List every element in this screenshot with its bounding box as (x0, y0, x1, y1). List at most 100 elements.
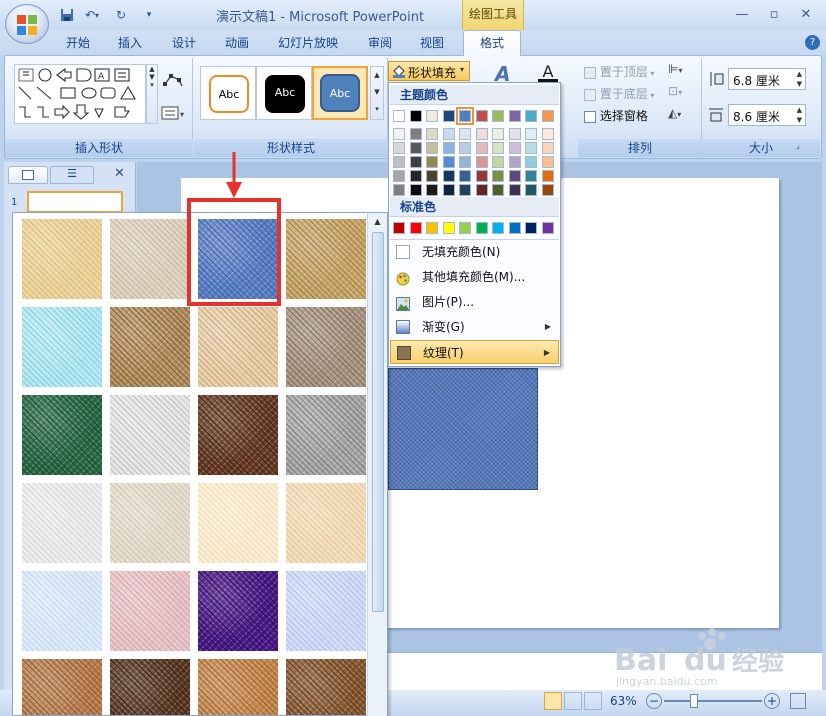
canvas-texture[interactable] (110, 219, 190, 299)
tab-review[interactable]: 审阅 (360, 33, 400, 55)
theme-shade-swatch[interactable] (426, 142, 438, 154)
tab-insert[interactable]: 插入 (110, 33, 150, 55)
zoom-slider[interactable] (664, 700, 762, 702)
theme-shade-swatch[interactable] (442, 184, 455, 196)
theme-shade-swatch[interactable] (459, 142, 471, 154)
standard-color-swatch[interactable] (459, 222, 471, 234)
slide-show-view-icon[interactable] (584, 692, 602, 710)
theme-shade-swatch[interactable] (525, 128, 537, 140)
slide-thumbnail[interactable] (27, 191, 123, 213)
theme-shade-swatch[interactable] (541, 128, 554, 140)
theme-shade-swatch[interactable] (426, 170, 438, 182)
pink-tissue-texture[interactable] (110, 571, 190, 651)
theme-shade-swatch[interactable] (409, 170, 422, 182)
theme-shade-swatch[interactable] (393, 170, 405, 182)
standard-color-swatch[interactable] (426, 222, 438, 234)
standard-color-swatch[interactable] (409, 222, 422, 234)
theme-shade-swatch[interactable] (525, 142, 537, 154)
theme-shade-swatch[interactable] (541, 142, 554, 154)
scroll-up-icon[interactable]: ▲ (368, 217, 387, 226)
theme-shade-swatch[interactable] (442, 170, 455, 182)
standard-color-swatch[interactable] (442, 222, 455, 234)
theme-shade-swatch[interactable] (541, 170, 554, 182)
theme-color-swatch[interactable] (409, 110, 422, 122)
standard-color-swatch[interactable] (475, 222, 488, 234)
minimize-icon[interactable]: — (730, 4, 754, 24)
water-droplets-texture[interactable] (22, 307, 102, 387)
theme-shade-swatch[interactable] (393, 184, 405, 196)
white-marble-texture[interactable] (110, 395, 190, 475)
no-fill-item[interactable]: 无填充颜色(N) (390, 240, 559, 264)
theme-shade-swatch[interactable] (426, 128, 438, 140)
gradient-fill-item[interactable]: 渐变(G) ▶ (390, 315, 559, 339)
tab-home[interactable]: 开始 (56, 33, 100, 55)
paper-bag-texture[interactable] (110, 307, 190, 387)
fit-to-window-icon[interactable] (790, 693, 806, 709)
tab-format[interactable]: 格式 (463, 30, 521, 56)
texture-gallery-scrollbar[interactable]: ▲ (367, 213, 387, 716)
theme-shade-swatch[interactable] (541, 156, 554, 168)
theme-shade-swatch[interactable] (393, 156, 405, 168)
theme-shade-swatch[interactable] (393, 128, 405, 140)
purple-mesh-texture[interactable] (198, 571, 278, 651)
theme-color-swatch[interactable] (426, 110, 438, 122)
theme-shade-swatch[interactable] (442, 142, 455, 154)
theme-color-swatch[interactable] (525, 110, 537, 122)
align-icon[interactable]: ⊫▾ (668, 62, 690, 80)
theme-shade-swatch[interactable] (475, 184, 488, 196)
theme-shade-swatch[interactable] (459, 170, 471, 182)
theme-shade-swatch[interactable] (508, 156, 521, 168)
theme-shade-swatch[interactable] (426, 156, 438, 168)
zoom-level[interactable]: 63% (610, 694, 644, 710)
theme-shade-swatch[interactable] (409, 128, 422, 140)
parchment-texture[interactable] (198, 483, 278, 563)
green-marble-texture[interactable] (22, 395, 102, 475)
fish-fossil-texture[interactable] (198, 307, 278, 387)
theme-color-swatch[interactable] (475, 110, 488, 122)
medium-wood-texture[interactable] (286, 659, 366, 715)
theme-shade-swatch[interactable] (508, 128, 521, 140)
theme-color-swatch[interactable] (508, 110, 521, 122)
theme-shade-swatch[interactable] (475, 170, 488, 182)
theme-color-swatch[interactable] (393, 110, 405, 122)
theme-shade-swatch[interactable] (475, 128, 488, 140)
office-button[interactable] (5, 4, 49, 44)
recycled-paper-texture[interactable] (110, 483, 190, 563)
theme-shade-swatch[interactable] (475, 142, 488, 154)
woven-mat-texture[interactable] (286, 219, 366, 299)
textured-rectangle-shape[interactable] (388, 368, 538, 490)
shape-height-input[interactable]: 6.8 厘米 ▲ ▼ (728, 68, 806, 90)
zoom-out-icon[interactable]: − (646, 693, 662, 709)
theme-shade-swatch[interactable] (426, 184, 438, 196)
blue-tissue-texture[interactable] (22, 571, 102, 651)
theme-shade-swatch[interactable] (409, 184, 422, 196)
slides-tab[interactable] (8, 166, 48, 184)
walnut-texture[interactable] (110, 659, 190, 715)
theme-color-swatch[interactable] (456, 107, 474, 125)
theme-shade-swatch[interactable] (508, 170, 521, 182)
theme-shade-swatch[interactable] (492, 128, 504, 140)
style-black-fill[interactable]: Abc (256, 66, 312, 120)
tab-animations[interactable]: 动画 (217, 33, 257, 55)
theme-shade-swatch[interactable] (525, 156, 537, 168)
close-panel-icon[interactable]: ✕ (114, 166, 130, 182)
rotate-icon[interactable]: ◭▾ (668, 106, 690, 124)
styles-gallery-scroll[interactable]: ▲ ▼ ▾ (370, 66, 384, 120)
theme-shade-swatch[interactable] (492, 170, 504, 182)
theme-shade-swatch[interactable] (459, 128, 471, 140)
zoom-in-icon[interactable]: + (764, 693, 780, 709)
standard-color-swatch[interactable] (541, 222, 554, 234)
shapes-gallery[interactable]: A (14, 64, 146, 124)
theme-shade-swatch[interactable] (393, 142, 405, 154)
theme-shade-swatch[interactable] (508, 184, 521, 196)
theme-shade-swatch[interactable] (508, 142, 521, 154)
theme-shade-swatch[interactable] (525, 184, 537, 196)
edit-shape-icon[interactable] (162, 72, 186, 90)
restore-icon[interactable]: ▫ (762, 4, 786, 24)
cork-texture[interactable] (22, 659, 102, 715)
standard-color-swatch[interactable] (492, 222, 504, 234)
theme-shade-swatch[interactable] (492, 184, 504, 196)
group-icon[interactable]: ⊡▾ (668, 84, 690, 102)
stationery-texture[interactable] (286, 483, 366, 563)
theme-color-swatch[interactable] (492, 110, 504, 122)
